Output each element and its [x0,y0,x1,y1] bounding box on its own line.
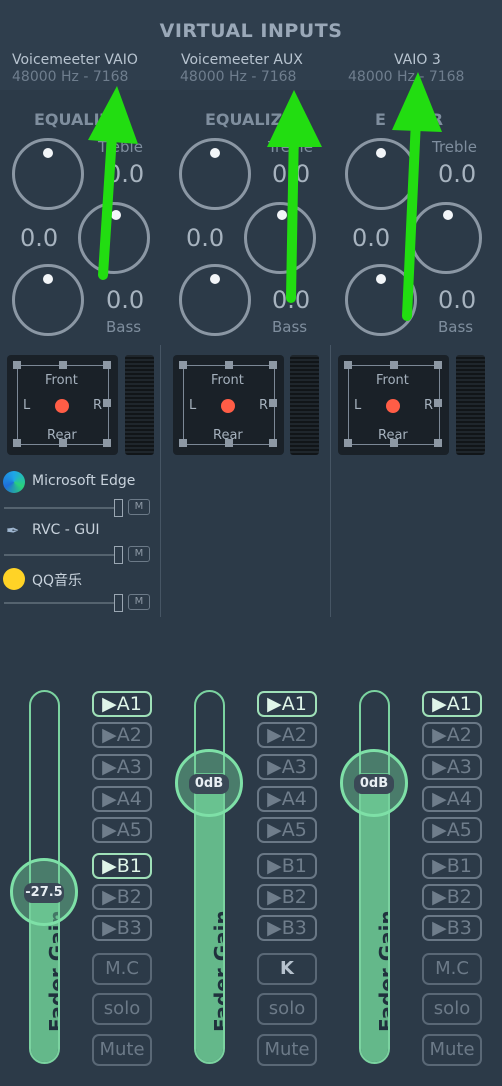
strip-2-pan-right: R [259,398,269,413]
strip-1-pan-rear: Rear [47,428,77,443]
strip-2-bus-a2-button[interactable]: ▶A2 [257,722,317,748]
strip-2-bus-b1-button[interactable]: ▶B1 [257,853,317,879]
app-fader-line [4,602,116,604]
strip-3-bus-a3-button[interactable]: ▶A3 [422,754,482,780]
strip-1-bus-b2-button[interactable]: ▶B2 [92,884,152,910]
strip-3-pan-position[interactable] [386,399,400,413]
strip-3-mc-button[interactable]: M.C [422,953,482,985]
strip-2-bus-a4-button[interactable]: ▶A4 [257,786,317,812]
strip-1-mute-button[interactable]: Mute [92,1034,152,1066]
strip-3-mute-button[interactable]: Mute [422,1034,482,1066]
strip-divider [160,345,161,617]
strip-2-solo-button[interactable]: solo [257,993,317,1025]
strip-3-fader[interactable]: Fader Gain [359,690,390,1064]
annotation-arrows [88,72,442,321]
strip-3-fader-label: Fader Gain [374,910,390,1032]
strip-2-pan-position[interactable] [221,399,235,413]
app-fader-qq[interactable] [114,594,123,612]
strip-3-bus-a2-button[interactable]: ▶A2 [422,722,482,748]
edge-icon [3,471,25,493]
strip-1-fader-label: Fader Gain [44,910,60,1032]
app-name-edge: Microsoft Edge [32,473,136,489]
strip-1-pan-position[interactable] [55,399,69,413]
app-mute-edge[interactable]: M [128,499,150,515]
feather-icon: ✒ [6,521,20,540]
strip-1-pan-pad[interactable]: Front L R Rear [7,355,118,455]
strip-1-solo-button[interactable]: solo [92,993,152,1025]
strip-3-bus-a5-button[interactable]: ▶A5 [422,817,482,843]
qq-music-icon [3,568,25,590]
strip-1-bus-a2-button[interactable]: ▶A2 [92,722,152,748]
strip-1-bus-a4-button[interactable]: ▶A4 [92,786,152,812]
app-fader-line [4,554,116,556]
strip-3-fader-knob[interactable]: 0dB [340,749,408,817]
strip-2-bus-b3-button[interactable]: ▶B3 [257,915,317,941]
app-mute-rvc[interactable]: M [128,546,150,562]
strip-2-bus-a5-button[interactable]: ▶A5 [257,817,317,843]
strip-1-mc-button[interactable]: M.C [92,953,152,985]
app-fader-edge[interactable] [114,499,123,517]
strip-3-bus-a1-button[interactable]: ▶A1 [422,691,482,717]
strip-3-pan-right: R [424,398,434,413]
annotation-arrow-1 [88,86,138,280]
strip-3-fader-value: 0dB [354,774,394,794]
annotation-arrow-3 [392,72,442,321]
strip-divider [330,345,331,617]
app-name-rvc: RVC - GUI [32,522,100,538]
annotation-arrow-2 [267,90,322,303]
strip-2-pan-pad[interactable]: Front L R Rear [173,355,284,455]
strip-3-pan-front: Front [376,373,409,388]
app-fader-rvc[interactable] [114,546,123,564]
strip-2-fader-value: 0dB [189,774,229,794]
strip-2-fader-knob[interactable]: 0dB [175,749,243,817]
strip-2-k-button[interactable]: K [257,953,317,985]
strip-1-bus-a5-button[interactable]: ▶A5 [92,817,152,843]
strip-3-bus-b1-button[interactable]: ▶B1 [422,853,482,879]
strip-2-pan-left: L [189,398,197,413]
strip-1-bus-a1-button[interactable]: ▶A1 [92,691,152,717]
strip-3-bus-b2-button[interactable]: ▶B2 [422,884,482,910]
strip-1-pan-right: R [93,398,103,413]
strip-1-bus-b3-button[interactable]: ▶B3 [92,915,152,941]
strip-3-pan-left: L [354,398,362,413]
strip-1-fader-value: -27.5 [24,883,64,903]
voicemeeter-window: VIRTUAL INPUTS Voicemeeter VAIO 48000 Hz… [0,0,502,1086]
strip-2-bus-a1-button[interactable]: ▶A1 [257,691,317,717]
strip-1-bus-a3-button[interactable]: ▶A3 [92,754,152,780]
strip-2-fader[interactable]: Fader Gain [194,690,225,1064]
strip-2-mute-button[interactable]: Mute [257,1034,317,1066]
strip-2-level-meter [290,355,319,455]
strip-1-pan-left: L [23,398,31,413]
strip-3-pan-pad[interactable]: Front L R Rear [338,355,449,455]
strip-3-solo-button[interactable]: solo [422,993,482,1025]
strip-1-level-meter [125,355,154,455]
strip-3-level-meter [456,355,485,455]
strip-2-fader-label: Fader Gain [209,910,225,1032]
strip-2-bus-a3-button[interactable]: ▶A3 [257,754,317,780]
app-fader-line [4,507,116,509]
strip-1-fader-knob[interactable]: -27.5 [10,858,78,926]
strip-2-pan-rear: Rear [213,428,243,443]
strip-1-bus-b1-button[interactable]: ▶B1 [92,853,152,879]
strip-3-bus-b3-button[interactable]: ▶B3 [422,915,482,941]
app-mute-qq[interactable]: M [128,594,150,610]
strip-2-pan-front: Front [211,373,244,388]
strip-1-pan-front: Front [45,373,78,388]
strip-3-pan-rear: Rear [378,428,408,443]
app-name-qq: QQ音乐 [32,573,83,589]
strip-3-bus-a4-button[interactable]: ▶A4 [422,786,482,812]
strip-2-bus-b2-button[interactable]: ▶B2 [257,884,317,910]
